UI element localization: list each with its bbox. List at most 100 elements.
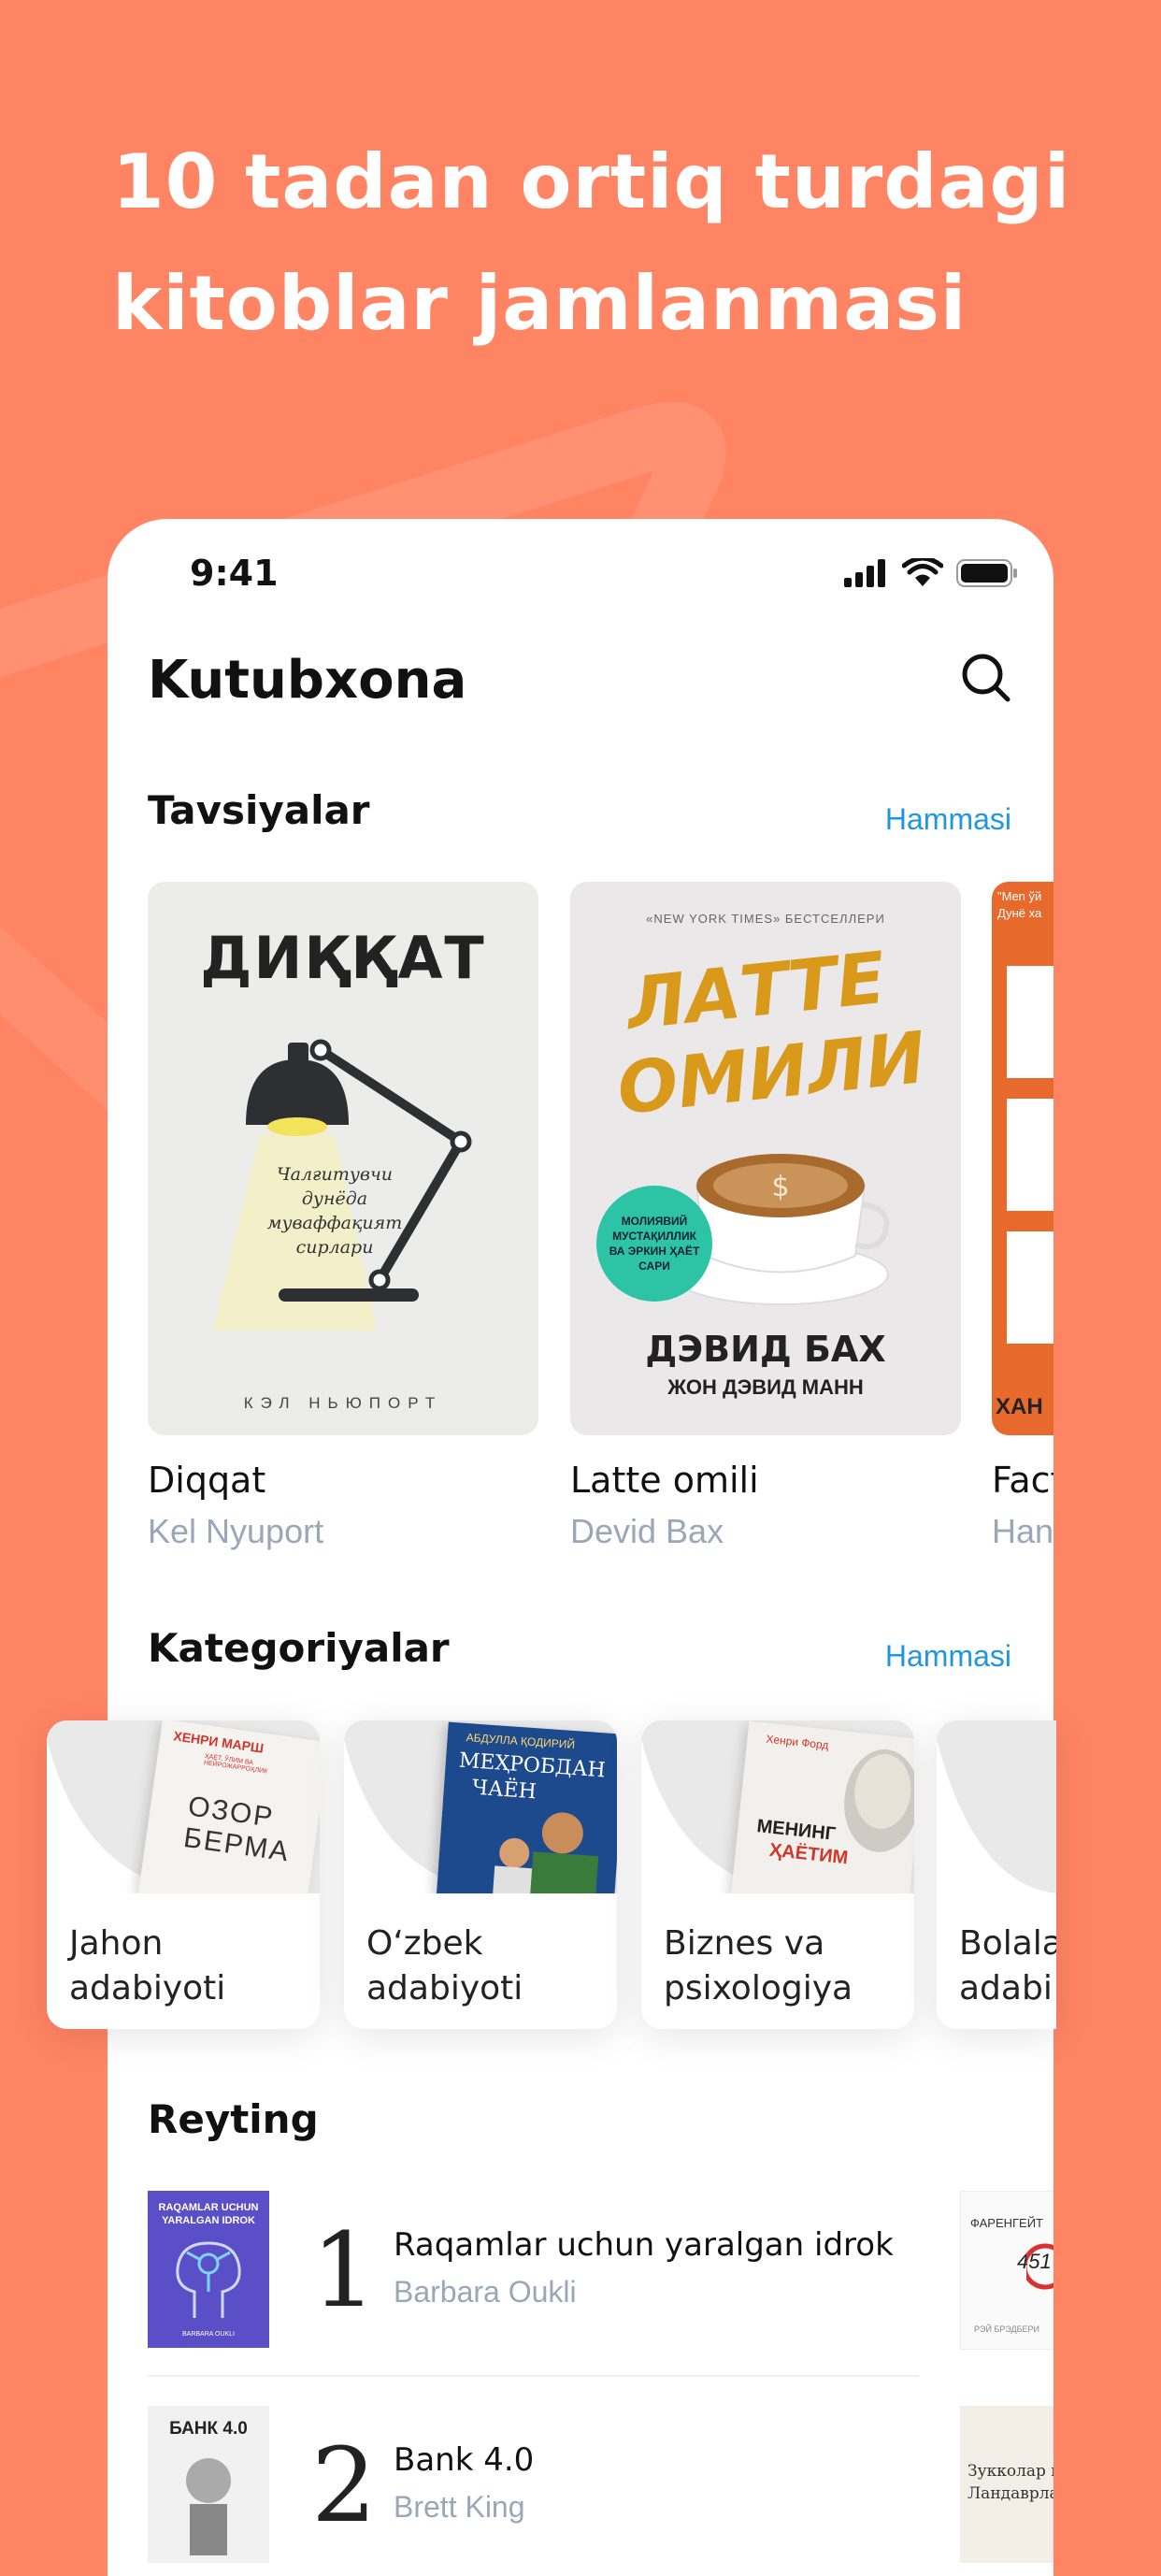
battery-icon — [956, 559, 1017, 587]
category-card-biznes[interactable]: Хенри Форд МЕНИНГ ҲАЁТИМ Biznes va psixo… — [641, 1720, 914, 2029]
recommendations-carousel[interactable]: ДИҚҚАТ Чалғитувчи дунёда муваффақият сир… — [148, 882, 1054, 1592]
cover-heading: ДИҚҚАТ — [200, 924, 486, 992]
category-art — [937, 1720, 1056, 1893]
category-art: Хенри Форд МЕНИНГ ҲАЁТИМ — [641, 1720, 914, 1893]
cover-title-line: RAQAMLAR UCHUN — [158, 2202, 259, 2213]
category-book-cover: ХЕНРИ МАРШ ҲАЁТ, ЎЛИМ ВА НЕЙРОЖАРРОҲЛИК … — [137, 1720, 320, 1893]
rating-cover: RAQAMLAR UCHUN YARALGAN IDROK BARBARA OU… — [148, 2191, 269, 2348]
rating-row-1[interactable]: RAQAMLAR UCHUN YARALGAN IDROK BARBARA OU… — [148, 2191, 914, 2348]
category-label: Biznes va psixologiya — [664, 1921, 853, 2011]
headline-line-2: kitoblar jamlanmasi — [112, 260, 968, 347]
category-label: O‘zbek adabiyoti — [366, 1921, 523, 2011]
book-card-fact[interactable]: "Men ўй Дунё ха ХАН Fact Han — [992, 882, 1054, 1551]
book-author: Kel Nyuport — [148, 1512, 324, 1550]
badge-line: МУСТАҚИЛЛИК — [612, 1230, 696, 1243]
badge-line: ВА ЭРКИН ҲАЁТ — [609, 1245, 700, 1258]
category-label-line: Biznes va — [664, 1924, 825, 1963]
cover-title-line: БАНК 4.0 — [169, 2419, 248, 2439]
category-label: Jahon adabiyoti — [69, 1921, 225, 2011]
rating-side-cover-2[interactable]: Зукколар в Ландаврла — [960, 2406, 1054, 2563]
category-art: ХЕНРИ МАРШ ҲАЁТ, ЎЛИМ ВА НЕЙРОЖАРРОҲЛИК … — [47, 1720, 320, 1893]
cover-top-2: Дунё ха — [997, 906, 1042, 920]
rank-number: 1 — [311, 2210, 377, 2330]
category-card-jahon[interactable]: ХЕНРИ МАРШ ҲАЁТ, ЎЛИМ ВА НЕЙРОЖАРРОҲЛИК … — [47, 1720, 320, 2029]
book-author: Han — [992, 1512, 1054, 1550]
categories-title: Kategoriyalar — [148, 1625, 450, 1671]
cover-letters — [1007, 966, 1054, 1344]
category-label-line: O‘zbek — [366, 1924, 483, 1963]
cover-illustration — [492, 1812, 599, 1893]
book-cover: ДИҚҚАТ Чалғитувчи дунёда муваффақият сир… — [148, 882, 538, 1435]
book-cover: «NEW YORK TIMES» БЕСТСЕЛЛЕРИ ЛАТТЕ ОМИЛИ… — [570, 882, 961, 1435]
cover-author-1: ДЭВИД БАХ — [645, 1329, 886, 1370]
rating-side-cover-1[interactable]: ФАРЕНГЕЙТ 451 РЭЙ БРЭДБЕРИ — [960, 2191, 1054, 2350]
cover-top: «NEW YORK TIMES» БЕСТСЕЛЛЕРИ — [646, 912, 885, 926]
rank-number: 2 — [311, 2425, 377, 2545]
cover-bottom: ХАН — [996, 1394, 1043, 1419]
svg-text:$: $ — [771, 1171, 789, 1203]
cover-badge: МОЛИЯВИЙ МУСТАҚИЛЛИК ВА ЭРКИН ҲАЁТ САРИ — [596, 1186, 712, 1302]
cover-line: дунёда — [301, 1188, 368, 1209]
page-title: Kutubxona — [148, 650, 467, 711]
category-book-cover: АБДУЛЛА ҚОДИРИЙ МЕҲРОБДАН ЧАЁН — [436, 1721, 617, 1893]
wifi-icon — [902, 558, 943, 586]
divider — [148, 2375, 919, 2377]
book-title: Latte omili — [570, 1460, 759, 1501]
cover-author-2: ЖОН ДЭВИД МАНН — [667, 1375, 864, 1399]
brain-illustration — [176, 2241, 241, 2318]
category-label-line: adabiyoti — [69, 1969, 226, 2008]
phone-screen: 9:41 Kutubxona Tavsiyalar Hammasi ДИҚҚАТ… — [108, 519, 1054, 2576]
badge-line: САРИ — [638, 1259, 670, 1273]
cover-title-line: YARALGAN IDROK — [162, 2215, 255, 2226]
cover-line: муваффақият — [266, 1213, 403, 1233]
category-label-line: Jahon — [69, 1924, 164, 1963]
rating-book-author: Barbara Oukli — [394, 2275, 577, 2309]
recommendations-title: Tavsiyalar — [148, 787, 370, 833]
cover-author: Хенри Форд — [765, 1732, 830, 1752]
rating-book-title: Bank 4.0 — [394, 2441, 535, 2479]
rating-book-author: Brett King — [394, 2490, 525, 2524]
ring-illustration — [1026, 2243, 1054, 2290]
cover-line: сирлари — [295, 1237, 374, 1258]
portrait-illustration — [844, 1749, 914, 1852]
search-button[interactable] — [958, 650, 1014, 706]
phone-frame: 9:41 Kutubxona Tavsiyalar Hammasi ДИҚҚАТ… — [47, 519, 1056, 2576]
category-label-line: psixologiya — [664, 1969, 853, 2008]
recommendations-see-all[interactable]: Hammasi — [885, 802, 1011, 837]
book-title: Fact — [992, 1460, 1054, 1501]
cover-author: ХЕНРИ МАРШ — [172, 1728, 265, 1756]
robot-illustration — [186, 2458, 231, 2555]
cover-subtitle: Чалғитувчи дунёда муваффақият сирлари — [232, 1162, 437, 1259]
rating-row-2[interactable]: БАНК 4.0 2 Bank 4.0 Brett King — [148, 2406, 914, 2563]
category-card-bolalar[interactable]: Bolala adabi — [937, 1720, 1056, 2029]
category-card-ozbek[interactable]: АБДУЛЛА ҚОДИРИЙ МЕҲРОБДАН ЧАЁН O‘zbek ad… — [344, 1720, 617, 2029]
book-card-diqqat[interactable]: ДИҚҚАТ Чалғитувчи дунёда муваффақият сир… — [148, 882, 538, 1551]
side-cover-text: Ландаврла — [968, 2484, 1054, 2503]
rating-title: Reyting — [148, 2096, 319, 2142]
category-label-line: adabi — [959, 1969, 1053, 2008]
categories-see-all[interactable]: Hammasi — [885, 1639, 1011, 1674]
rating-cover: БАНК 4.0 — [148, 2406, 269, 2563]
category-label: Bolala adabi — [959, 1921, 1056, 2011]
category-arc-shape — [937, 1720, 1056, 1893]
book-title: Diqqat — [148, 1460, 266, 1501]
side-cover-text: РЭЙ БРЭДБЕРИ — [974, 2324, 1039, 2334]
category-book-cover: Хенри Форд МЕНИНГ ҲАЁТИМ — [730, 1720, 914, 1893]
cover-top: "Men ўй — [997, 889, 1042, 903]
book-author: Devid Bax — [570, 1512, 724, 1550]
side-cover-text: ФАРЕНГЕЙТ — [970, 2216, 1043, 2230]
rating-book-title: Raqamlar uchun yaralgan idrok — [394, 2226, 894, 2264]
headline-line-1: 10 tadan ortiq turdagi — [112, 138, 1071, 225]
signal-icon — [844, 559, 885, 587]
promo-headline: 10 tadan ortiq turdagi kitoblar jamlanma… — [112, 122, 1071, 365]
book-card-latte-omili[interactable]: «NEW YORK TIMES» БЕСТСЕЛЛЕРИ ЛАТТЕ ОМИЛИ… — [570, 882, 961, 1551]
cover-subtitle: ҲАЁТ, ЎЛИМ ВА НЕЙРОЖАРРОҲЛИК — [203, 1753, 268, 1776]
search-icon — [962, 654, 1010, 702]
categories-carousel[interactable]: ХЕНРИ МАРШ ҲАЁТ, ЎЛИМ ВА НЕЙРОЖАРРОҲЛИК … — [47, 1720, 1161, 2029]
cover-title: БЕРМА — [181, 1821, 293, 1868]
book-cover: "Men ўй Дунё ха ХАН — [992, 882, 1054, 1435]
badge-line: МОЛИЯВИЙ — [621, 1215, 688, 1228]
cover-line: Чалғитувчи — [276, 1164, 394, 1185]
category-label-line: Bolala — [959, 1924, 1056, 1963]
cover-author: КЭЛ НЬЮПОРТ — [243, 1394, 443, 1412]
